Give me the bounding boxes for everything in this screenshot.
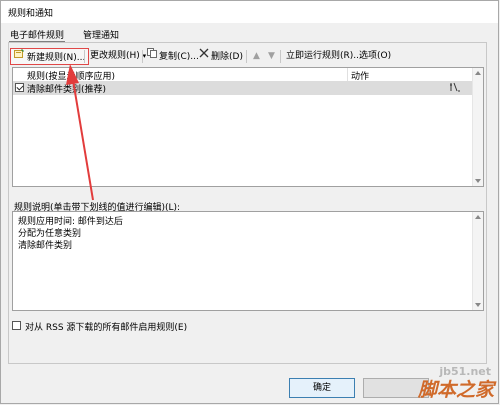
scroll-up-icon[interactable] [475,71,481,75]
options-label: 选项(O) [359,51,392,61]
rules-list-header: 规则(按显示顺序应用) 动作 [13,68,483,82]
rule-description-box: 规则应用时间: 邮件到达后 分配为任意类别 清除邮件类别 [12,211,484,311]
rule-action-icon [449,82,461,95]
delete-icon [199,48,209,65]
change-rule-label: 更改规则(H) [90,51,140,61]
copy-icon [147,48,157,65]
scroll-down-icon[interactable] [475,303,481,307]
new-rule-label: 新建规则(N)... [27,53,86,63]
scroll-up-icon[interactable] [475,215,481,219]
run-rules-label: 立即运行规则(R)... [286,51,362,61]
delete-label: 删除(D) [211,52,243,62]
column-divider [347,68,348,81]
move-down-button[interactable]: ▼ [265,48,278,65]
tab-email-rules[interactable]: 电子邮件规则 [9,28,66,42]
copy-label: 复制(C)... [159,52,199,62]
rules-toolbar: 新建规则(N)... 更改规则(H) ▾ 复制(C)... 删除(D) ▲ ▼ … [10,48,480,66]
watermark-logo: 脚本之家 [417,379,494,401]
toolbar-divider [280,50,281,63]
move-up-icon: ▲ [253,51,260,61]
move-up-button[interactable]: ▲ [250,48,263,65]
watermark: jb51.net 脚本之家 [377,363,497,403]
new-rule-icon [14,49,25,66]
rule-name: 清除邮件类别(推荐) [27,85,107,95]
rules-list-scrollbar[interactable] [472,68,483,186]
ok-button[interactable]: 确定 [289,378,355,398]
move-down-icon: ▼ [268,51,275,61]
toolbar-divider [84,50,85,63]
toolbar-divider [246,50,247,63]
run-rules-button[interactable]: 立即运行规则(R)... [283,48,365,65]
window-title: 规则和通知 [8,9,54,19]
scroll-down-icon[interactable] [475,179,481,183]
description-line: 清除邮件类别 [18,241,73,251]
rule-enabled-checkbox[interactable] [15,83,24,92]
title-bar: 规则和通知 [1,1,498,23]
tab-manage-alerts[interactable]: 管理通知 [82,28,120,41]
copy-button[interactable]: 复制(C)... [144,48,202,65]
rss-label: 对从 RSS 源下载的所有邮件启用规则(E) [25,323,188,333]
options-button[interactable]: 选项(O) [356,48,394,65]
toolbar-divider [142,50,143,63]
rules-list: 规则(按显示顺序应用) 动作 清除邮件类别(推荐) [12,67,484,187]
delete-button[interactable]: 删除(D) [196,48,246,65]
change-rule-button[interactable]: 更改规则(H) ▾ [87,48,149,65]
rss-checkbox[interactable] [12,321,21,330]
rule-row[interactable]: 清除邮件类别(推荐) [13,81,473,95]
new-rule-button[interactable]: 新建规则(N)... [10,48,90,66]
description-scrollbar[interactable] [472,212,483,310]
